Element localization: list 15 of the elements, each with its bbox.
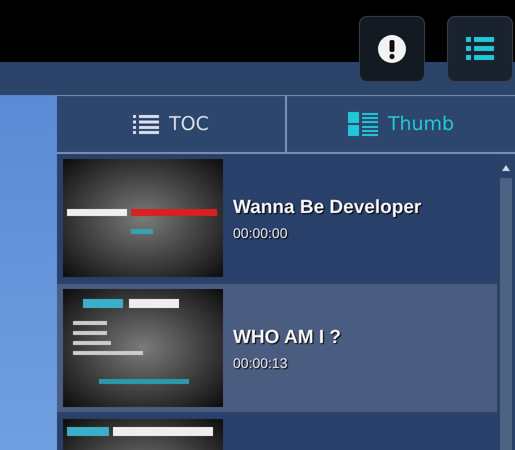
alert-button[interactable] bbox=[359, 16, 425, 82]
scroll-up-icon[interactable] bbox=[501, 164, 511, 172]
tab[interactable]: TOC bbox=[57, 96, 285, 152]
slide-time: 00:00:00 bbox=[233, 225, 288, 241]
scroll-thumb[interactable] bbox=[500, 178, 512, 450]
list-button[interactable] bbox=[447, 16, 513, 82]
exclamation-icon bbox=[377, 34, 407, 64]
slide-title: WHO AM I ? bbox=[233, 327, 341, 349]
slide-item[interactable]: WHO AM I ? 00:00:13 bbox=[57, 284, 497, 412]
tab[interactable]: Thumb bbox=[285, 96, 515, 152]
list-icon bbox=[133, 114, 160, 134]
slide-title: Wanna Be Developer bbox=[233, 197, 422, 219]
slide-time: 00:00:13 bbox=[233, 355, 288, 371]
list-icon bbox=[465, 35, 495, 63]
thumbnail-list-icon bbox=[348, 112, 378, 136]
